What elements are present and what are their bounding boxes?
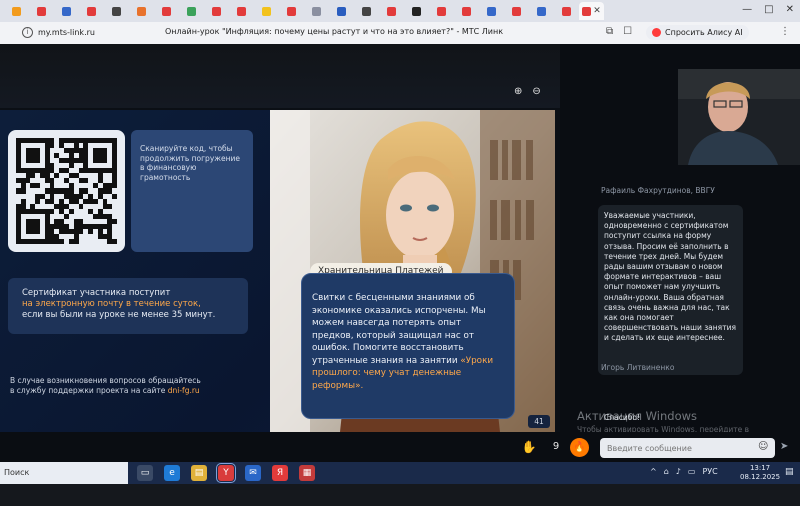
- tab[interactable]: [154, 2, 179, 20]
- mail-icon[interactable]: ✉: [245, 465, 261, 481]
- tab[interactable]: [54, 2, 79, 20]
- tab[interactable]: [204, 2, 229, 20]
- windows-taskbar: Поиск ▭ e ▤ Y ✉ Я ▦ ^ ⌂ ♪ ▭ РУС 13:17 08…: [0, 462, 800, 484]
- slide-number: 41: [528, 415, 550, 428]
- tab[interactable]: [229, 2, 254, 20]
- tab-active[interactable]: ✕: [579, 2, 604, 20]
- site-info-icon[interactable]: i: [22, 27, 33, 38]
- support-link[interactable]: dni-fg.ru: [168, 386, 200, 395]
- cert-line-1: Сертификат участника поступит: [22, 288, 171, 298]
- window-controls: — □ ✕: [742, 4, 794, 15]
- tab[interactable]: [329, 2, 354, 20]
- tab[interactable]: [254, 2, 279, 20]
- support-line-2: в службу поддержки проекта на сайте: [10, 386, 166, 395]
- taskbar-search[interactable]: Поиск: [0, 462, 128, 484]
- cert-line-2: на электронную почту в течение суток,: [22, 299, 201, 309]
- network-icon[interactable]: ⌂: [664, 467, 669, 476]
- emoji-icon[interactable]: ☺: [758, 441, 768, 452]
- tab[interactable]: [4, 2, 29, 20]
- speaker-video[interactable]: [678, 69, 800, 165]
- calendar-app-icon[interactable]: ▦: [299, 465, 315, 481]
- reaction-count: 9: [552, 441, 560, 452]
- cert-line-3: если вы были на уроке не менее 35 минут.: [22, 310, 216, 320]
- battery-icon[interactable]: ▭: [688, 467, 696, 476]
- windows-activation-title: Активация Windows: [577, 409, 698, 423]
- raise-hand-button[interactable]: ✋: [520, 438, 538, 456]
- volume-icon[interactable]: ♪: [676, 467, 681, 476]
- tab[interactable]: [429, 2, 454, 20]
- language-indicator[interactable]: РУС: [702, 467, 717, 476]
- taskbar-search-label: Поиск: [4, 468, 30, 477]
- tab[interactable]: [479, 2, 504, 20]
- tab[interactable]: [504, 2, 529, 20]
- stage-header: [0, 44, 560, 108]
- taskbar-apps: ▭ e ▤ Y ✉ Я ▦: [137, 463, 315, 483]
- alice-icon: [652, 28, 661, 37]
- fire-reaction-button[interactable]: 🔥: [570, 438, 589, 457]
- support-line-1: В случае возникновения вопросов обращайт…: [10, 376, 201, 385]
- tray-chevron-icon[interactable]: ^: [650, 467, 657, 476]
- address-bar: i my.mts-link.ru Онлайн-урок "Инфляция: …: [0, 22, 800, 44]
- tab[interactable]: [279, 2, 304, 20]
- notifications-icon[interactable]: ▤: [785, 467, 794, 477]
- message-input[interactable]: [600, 438, 775, 458]
- ask-alice-label: Спросить Алису AI: [665, 28, 743, 37]
- minimize-icon[interactable]: —: [742, 4, 752, 15]
- tab[interactable]: [554, 2, 579, 20]
- bookmark-icon[interactable]: ☐: [623, 26, 632, 37]
- tab[interactable]: [379, 2, 404, 20]
- yandex-icon[interactable]: Я: [272, 465, 288, 481]
- tab[interactable]: [529, 2, 554, 20]
- qr-code[interactable]: [16, 138, 117, 244]
- chat-message-1: Уважаемые участники, одновременно с серт…: [598, 205, 743, 375]
- ask-alice-button[interactable]: Спросить Алису AI: [646, 25, 749, 40]
- support-info: В случае возникновения вопросов обращайт…: [10, 376, 201, 396]
- system-tray: ^ ⌂ ♪ ▭ РУС: [650, 467, 718, 476]
- clock-date: 08.12.2025: [740, 473, 781, 481]
- presentation-slide: Сканируйте код, чтобы продолжить погруже…: [0, 110, 555, 432]
- task-view-icon[interactable]: ▭: [137, 465, 153, 481]
- browser-tab-strip: ✕ — □ ✕: [0, 0, 800, 22]
- certificate-info: Сертификат участника поступит на электро…: [8, 278, 248, 334]
- close-window-icon[interactable]: ✕: [786, 4, 794, 15]
- tab[interactable]: [454, 2, 479, 20]
- tab[interactable]: [304, 2, 329, 20]
- qr-code-card: [8, 130, 125, 252]
- page-title: Онлайн-урок "Инфляция: почему цены расту…: [165, 27, 504, 36]
- scan-text: Сканируйте код, чтобы продолжить погруже…: [140, 144, 241, 182]
- zoom-in-icon[interactable]: ⊕: [514, 86, 522, 97]
- send-icon[interactable]: ➤: [780, 441, 788, 452]
- zoom-controls: ⊕ ⊖: [514, 86, 541, 97]
- chat-author-1: Рафаиль Фахрутдинов, ВВГУ: [601, 186, 715, 195]
- yandex-browser-icon[interactable]: Y: [216, 463, 236, 483]
- file-explorer-icon[interactable]: ▤: [191, 465, 207, 481]
- monitor-bezel: [0, 484, 800, 506]
- screen: ✕ — □ ✕ i my.mts-link.ru Онлайн-урок "Ин…: [0, 0, 800, 506]
- zoom-out-icon[interactable]: ⊖: [532, 86, 540, 97]
- address-bar-actions: ⧉ ☐: [606, 26, 632, 37]
- maximize-icon[interactable]: □: [764, 4, 773, 15]
- speaker-video-frame: [678, 69, 800, 165]
- tab[interactable]: [179, 2, 204, 20]
- tab[interactable]: [104, 2, 129, 20]
- story-card: Свитки с бесценными знаниями об экономик…: [301, 273, 515, 419]
- edge-icon[interactable]: e: [164, 465, 180, 481]
- tab[interactable]: [129, 2, 154, 20]
- tab[interactable]: [79, 2, 104, 20]
- browser-menu-icon[interactable]: ⋮: [780, 26, 790, 37]
- scan-card: Сканируйте код, чтобы продолжить погруже…: [131, 130, 253, 252]
- clock-time: 13:17: [749, 464, 771, 472]
- clock[interactable]: 13:17 08.12.2025: [740, 464, 780, 482]
- copy-link-icon[interactable]: ⧉: [606, 26, 613, 37]
- url-text[interactable]: my.mts-link.ru: [38, 28, 95, 37]
- tab[interactable]: [354, 2, 379, 20]
- chat-author-2: Игорь Литвиненко: [601, 363, 675, 372]
- tab[interactable]: [404, 2, 429, 20]
- tab[interactable]: [29, 2, 54, 20]
- close-icon[interactable]: ✕: [593, 6, 601, 16]
